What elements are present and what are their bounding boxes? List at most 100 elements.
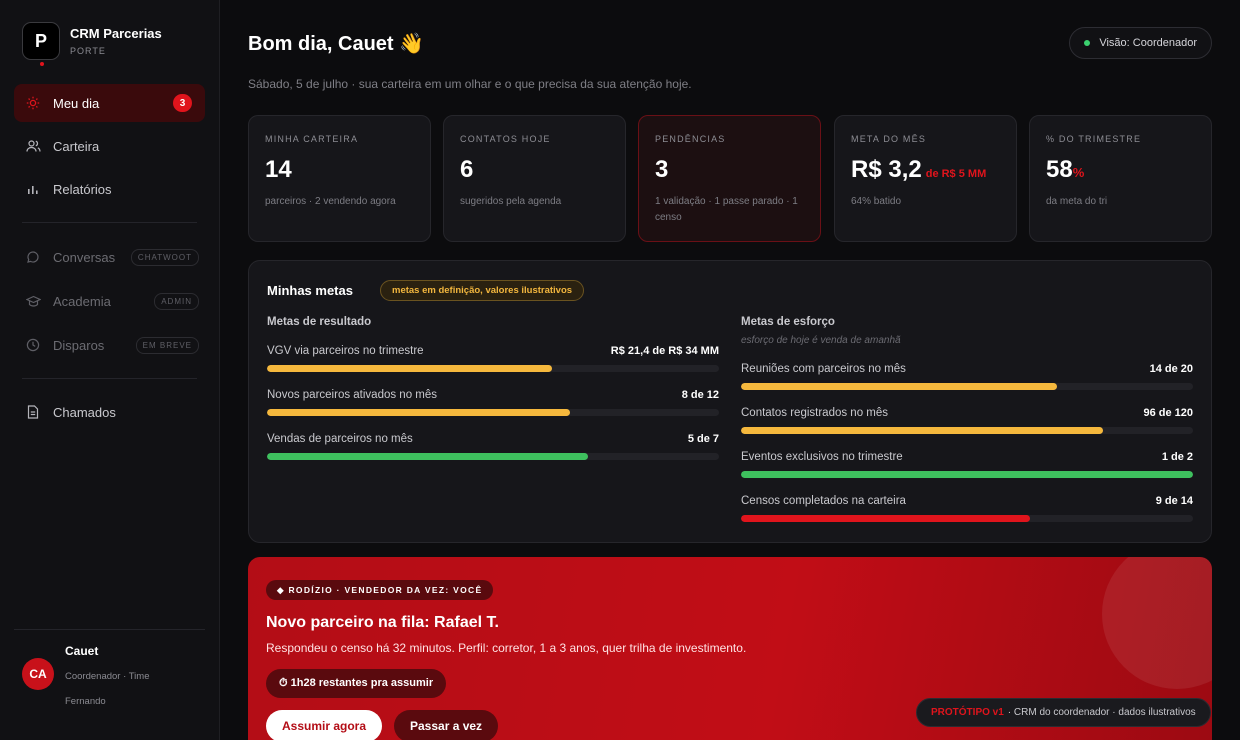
goal-progress-track bbox=[267, 453, 719, 460]
wave-icon: 👋 bbox=[399, 33, 425, 55]
goal-row: Vendas de parceiros no mês 5 de 7 bbox=[267, 433, 719, 460]
stat-label: CONTATOS HOJE bbox=[460, 134, 551, 144]
effort-goals-title: Metas de esforço bbox=[741, 316, 835, 328]
goal-progress-fill bbox=[741, 427, 1103, 434]
goal-row: Reuniões com parceiros no mês 14 de 20 bbox=[741, 363, 1193, 390]
stat-note: sugeridos pela agenda bbox=[460, 196, 562, 207]
avatar: CA bbox=[22, 658, 54, 690]
goals-panel: Minhas metas metas em definição, valores… bbox=[248, 260, 1212, 543]
sidebar-item-conversas[interactable]: Conversas CHATWOOT bbox=[14, 238, 205, 276]
graduation-cap-icon bbox=[25, 293, 41, 309]
rodizio-title: Novo parceiro na fila: Rafael T. bbox=[266, 614, 499, 631]
user-name: Cauet bbox=[65, 644, 99, 658]
goal-label: Eventos exclusivos no trimestre bbox=[741, 451, 903, 463]
brand-title: CRM Parcerias bbox=[70, 26, 162, 41]
document-icon bbox=[25, 404, 41, 420]
user-role: Coordenador · Time Fernando bbox=[65, 671, 150, 707]
goal-progress-fill bbox=[741, 515, 1031, 522]
assume-now-button[interactable]: Assumir agora bbox=[266, 710, 383, 740]
admin-tag: ADMIN bbox=[154, 292, 199, 310]
sidebar: P CRM Parcerias PORTE Meu dia 3 Carteira… bbox=[0, 0, 220, 740]
stat-note: 64% batido bbox=[851, 196, 902, 207]
goal-progress-track bbox=[741, 427, 1193, 434]
view-label: Visão: Coordenador bbox=[1099, 37, 1197, 49]
status-dot-icon bbox=[1084, 40, 1091, 46]
goal-value: 8 de 12 bbox=[681, 389, 719, 401]
sidebar-item-disparos[interactable]: Disparos EM BREVE bbox=[14, 326, 205, 364]
stat-card-contatos[interactable]: CONTATOS HOJE 6 sugeridos pela agenda bbox=[443, 115, 626, 242]
goal-progress-fill bbox=[267, 365, 552, 372]
goal-value: 5 de 7 bbox=[687, 433, 719, 445]
sidebar-divider bbox=[22, 222, 197, 223]
goal-label: Censos completados na carteira bbox=[741, 495, 906, 507]
integration-tag: CHATWOOT bbox=[130, 248, 199, 266]
goal-progress-fill bbox=[267, 409, 570, 416]
stat-card-meta-mes[interactable]: META DO MÊS R$ 3,2 de R$ 5 MM 64% batido bbox=[834, 115, 1017, 242]
sun-icon bbox=[25, 95, 41, 111]
goal-progress-track bbox=[741, 383, 1193, 390]
goal-progress-track bbox=[267, 365, 719, 372]
goal-row: Eventos exclusivos no trimestre 1 de 2 bbox=[741, 451, 1193, 478]
count-badge: 3 bbox=[173, 94, 192, 112]
goal-progress-fill bbox=[741, 471, 1193, 478]
stat-value-main: 58 bbox=[1046, 156, 1073, 183]
stat-value-main: R$ 3,2 bbox=[851, 156, 922, 183]
logo-letter: P bbox=[34, 30, 47, 51]
goal-row: VGV via parceiros no trimestre R$ 21,4 de… bbox=[267, 345, 719, 372]
goal-progress-track bbox=[741, 471, 1193, 478]
sidebar-item-label: Conversas bbox=[53, 249, 116, 265]
coming-soon-tag: EM BREVE bbox=[135, 336, 199, 354]
goals-badge: metas em definição, valores ilustrativos bbox=[380, 280, 585, 301]
stat-value: 58% bbox=[1046, 156, 1195, 184]
greeting-text: Bom dia, Cauet bbox=[248, 33, 394, 55]
goal-value: 1 de 2 bbox=[1161, 451, 1193, 463]
stat-note: parceiros · 2 vendendo agora bbox=[265, 196, 396, 207]
goal-value: R$ 21,4 de R$ 34 MM bbox=[610, 345, 719, 357]
goal-label: Contatos registrados no mês bbox=[741, 407, 889, 419]
stat-label: META DO MÊS bbox=[851, 134, 927, 144]
stat-value: R$ 3,2 de R$ 5 MM bbox=[851, 156, 1000, 184]
sidebar-item-meu-dia[interactable]: Meu dia 3 bbox=[14, 84, 205, 122]
stat-card-carteira[interactable]: MINHA CARTEIRA 14 parceiros · 2 vendendo… bbox=[248, 115, 431, 242]
goal-row: Novos parceiros ativados no mês 8 de 12 bbox=[267, 389, 719, 416]
view-switcher[interactable]: Visão: Coordenador bbox=[1069, 27, 1212, 59]
page-title: Bom dia, Cauet 👋 bbox=[248, 31, 424, 56]
chat-icon bbox=[25, 249, 41, 265]
users-icon bbox=[25, 138, 41, 154]
countdown-timer: ⏱ 1h28 restantes pra assumir bbox=[266, 669, 447, 698]
sidebar-item-chamados[interactable]: Chamados bbox=[14, 393, 205, 431]
rodizio-tag: ◆ RODÍZIO · VENDEDOR DA VEZ: VOCÊ bbox=[266, 580, 494, 600]
page-subtitle: Sábado, 5 de julho · sua carteira em um … bbox=[248, 77, 692, 91]
stat-card-pendencias[interactable]: PENDÊNCIAS 3 1 validação · 1 passe parad… bbox=[638, 115, 821, 242]
stat-label: MINHA CARTEIRA bbox=[265, 134, 359, 144]
goal-progress-track bbox=[741, 515, 1193, 522]
goal-progress-fill bbox=[267, 453, 588, 460]
stat-value-target: de R$ 5 MM bbox=[925, 168, 987, 180]
logo-dot bbox=[40, 62, 44, 66]
prototype-text: · CRM do coordenador · dados ilustrativo… bbox=[1007, 707, 1196, 718]
decorative-circle bbox=[1102, 557, 1212, 689]
stat-card-trimestre[interactable]: % DO TRIMESTRE 58% da meta do tri bbox=[1029, 115, 1212, 242]
sidebar-item-relatorios[interactable]: Relatórios bbox=[14, 170, 205, 208]
goals-title: Minhas metas bbox=[267, 283, 353, 298]
sidebar-item-label: Disparos bbox=[53, 337, 105, 353]
effort-goals-hint: esforço de hoje é venda de amanhã bbox=[741, 335, 901, 346]
stat-note: da meta do tri bbox=[1046, 196, 1108, 207]
brand[interactable]: P CRM Parcerias PORTE bbox=[22, 22, 162, 66]
sidebar-divider bbox=[22, 378, 197, 379]
goal-row: Contatos registrados no mês 96 de 120 bbox=[741, 407, 1193, 434]
goal-progress-fill bbox=[741, 383, 1058, 390]
logo: P bbox=[22, 22, 60, 66]
sidebar-item-label: Academia bbox=[53, 293, 111, 309]
user-profile[interactable]: CA Cauet Coordenador · Time Fernando bbox=[14, 629, 205, 714]
sidebar-item-academia[interactable]: Academia ADMIN bbox=[14, 282, 205, 320]
goal-progress-track bbox=[267, 409, 719, 416]
goal-label: Reuniões com parceiros no mês bbox=[741, 363, 906, 375]
goal-value: 96 de 120 bbox=[1143, 407, 1193, 419]
stat-label: PENDÊNCIAS bbox=[655, 134, 726, 144]
stat-note: 1 validação · 1 passe parado · 1 censo bbox=[655, 196, 798, 223]
rodizio-description: Respondeu o censo há 32 minutos. Perfil:… bbox=[266, 641, 747, 655]
pass-turn-button[interactable]: Passar a vez bbox=[394, 710, 499, 740]
sidebar-item-carteira[interactable]: Carteira bbox=[14, 127, 205, 165]
stat-value: 14 bbox=[265, 156, 292, 183]
